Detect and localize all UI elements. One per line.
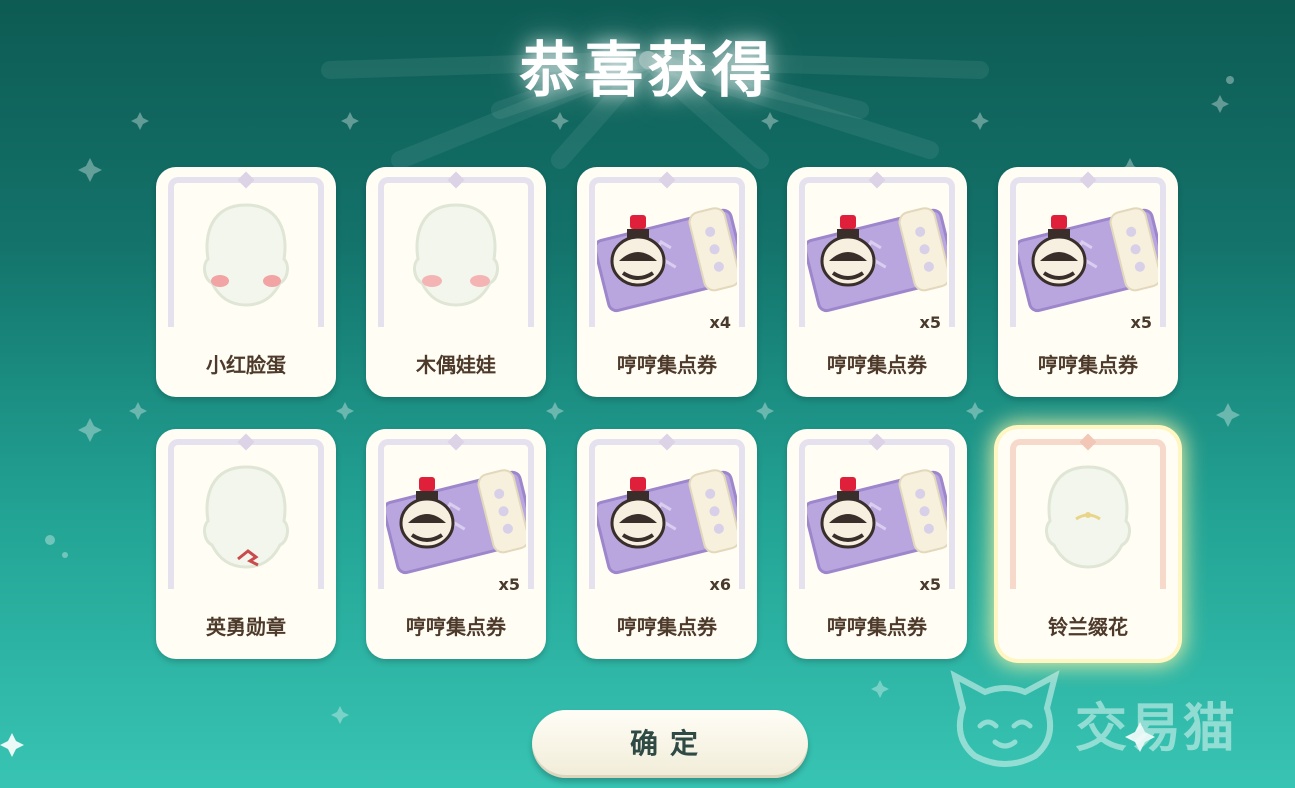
item-name: 哼哼集点券 bbox=[827, 615, 927, 639]
frame-gem-icon bbox=[1079, 171, 1097, 189]
frame-gem-icon bbox=[447, 433, 465, 451]
ticket-item-icon bbox=[803, 187, 957, 327]
item-name: 哼哼集点券 bbox=[406, 615, 506, 639]
watermark-text: 交易猫 bbox=[1075, 699, 1238, 759]
frame-gem-icon bbox=[658, 171, 676, 189]
frame-gem-icon bbox=[658, 433, 676, 451]
doll-item-icon bbox=[386, 187, 526, 327]
frame-gem-icon bbox=[447, 171, 465, 189]
reward-card[interactable]: x4 哼哼集点券 bbox=[577, 167, 757, 397]
reward-card[interactable]: x5 哼哼集点券 bbox=[366, 429, 546, 659]
item-quantity: x5 bbox=[1130, 313, 1152, 332]
item-quantity: x4 bbox=[709, 313, 731, 332]
item-name: 哼哼集点券 bbox=[1038, 353, 1138, 377]
item-name: 哼哼集点券 bbox=[827, 353, 927, 377]
item-name: 木偶娃娃 bbox=[416, 353, 496, 377]
ticket-item-icon bbox=[593, 187, 747, 327]
cat-logo-icon bbox=[950, 670, 1060, 767]
ticket-item-icon bbox=[1014, 187, 1168, 327]
item-name: 英勇勋章 bbox=[206, 615, 286, 639]
reward-card[interactable]: x5 哼哼集点券 bbox=[787, 429, 967, 659]
item-quantity: x5 bbox=[919, 313, 941, 332]
reward-card[interactable]: 英勇勋章 bbox=[156, 429, 336, 659]
reward-card[interactable]: 小红脸蛋 bbox=[156, 167, 336, 397]
item-name: 铃兰缀花 bbox=[1048, 615, 1128, 639]
medal-item-icon bbox=[176, 449, 316, 589]
item-quantity: x5 bbox=[498, 575, 520, 594]
item-quantity: x5 bbox=[919, 575, 941, 594]
ticket-item-icon bbox=[593, 449, 747, 589]
item-name: 哼哼集点券 bbox=[617, 615, 717, 639]
frame-gem-icon bbox=[868, 433, 886, 451]
confirm-button[interactable]: 确定 bbox=[532, 710, 808, 778]
watermark: 交易猫 bbox=[945, 668, 1275, 768]
blush-item-icon bbox=[176, 187, 316, 327]
frame-gem-icon bbox=[868, 171, 886, 189]
ticket-item-icon bbox=[382, 449, 536, 589]
frame-gem-icon bbox=[237, 171, 255, 189]
reward-card[interactable]: x5 哼哼集点券 bbox=[998, 167, 1178, 397]
flower-item-icon bbox=[1018, 449, 1158, 589]
ticket-item-icon bbox=[803, 449, 957, 589]
reward-card[interactable]: x5 哼哼集点券 bbox=[787, 167, 967, 397]
item-name: 哼哼集点券 bbox=[617, 353, 717, 377]
frame-gem-icon bbox=[237, 433, 255, 451]
reward-card[interactable]: 木偶娃娃 bbox=[366, 167, 546, 397]
reward-card[interactable]: x6 哼哼集点券 bbox=[577, 429, 757, 659]
item-name: 小红脸蛋 bbox=[206, 353, 286, 377]
frame-gem-icon bbox=[1079, 433, 1097, 451]
item-quantity: x6 bbox=[709, 575, 731, 594]
reward-title: 恭喜获得 bbox=[519, 36, 776, 106]
reward-card[interactable]: 铃兰缀花 bbox=[998, 429, 1178, 659]
